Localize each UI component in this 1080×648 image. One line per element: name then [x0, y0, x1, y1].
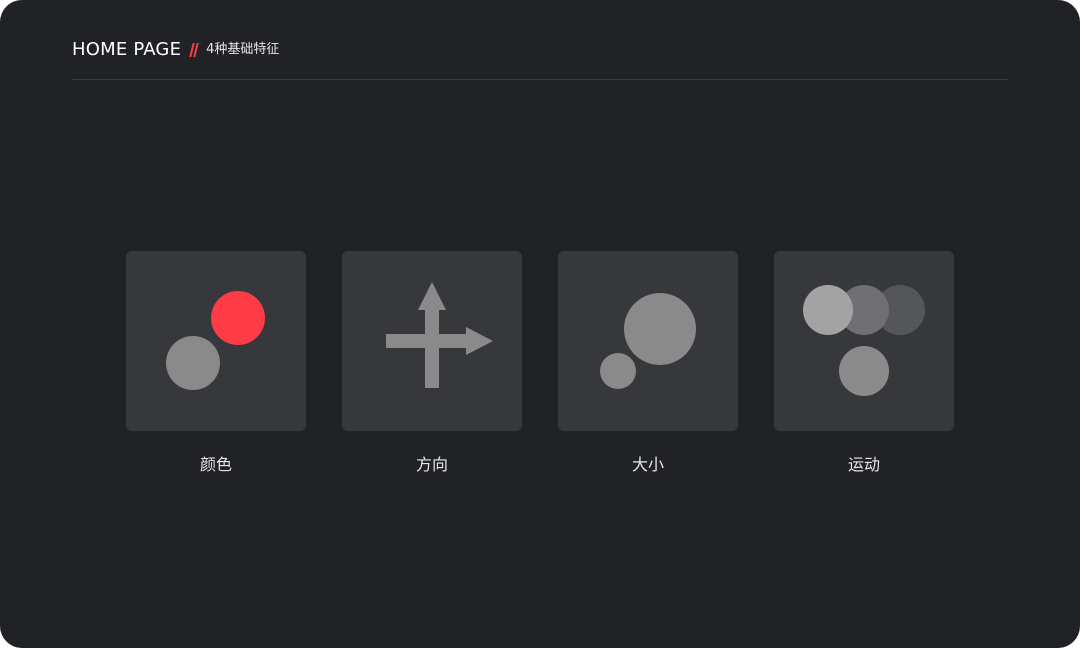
app-frame: HOME PAGE 4种基础特征 颜色 方向 大小 运动 [0, 0, 1080, 648]
two-dots-color-icon [166, 291, 265, 390]
page-title: HOME PAGE [72, 39, 182, 60]
card-color-label: 颜色 [199, 455, 232, 474]
direction-arrows-icon [386, 282, 493, 388]
card-size-label: 大小 [631, 455, 664, 474]
page-subtitle: 4种基础特征 [206, 42, 280, 57]
card-size[interactable] [558, 251, 738, 431]
slash-separator-icon [189, 42, 200, 58]
card-motion-label: 运动 [847, 455, 880, 474]
card-color[interactable] [126, 251, 306, 431]
card-motion[interactable] [774, 251, 954, 431]
motion-circles-icon [803, 285, 925, 396]
card-direction-label: 方向 [415, 455, 448, 474]
page-header: HOME PAGE 4种基础特征 [72, 38, 279, 62]
header-divider [72, 79, 1008, 80]
card-direction[interactable] [342, 251, 522, 431]
size-circles-icon [600, 293, 696, 389]
